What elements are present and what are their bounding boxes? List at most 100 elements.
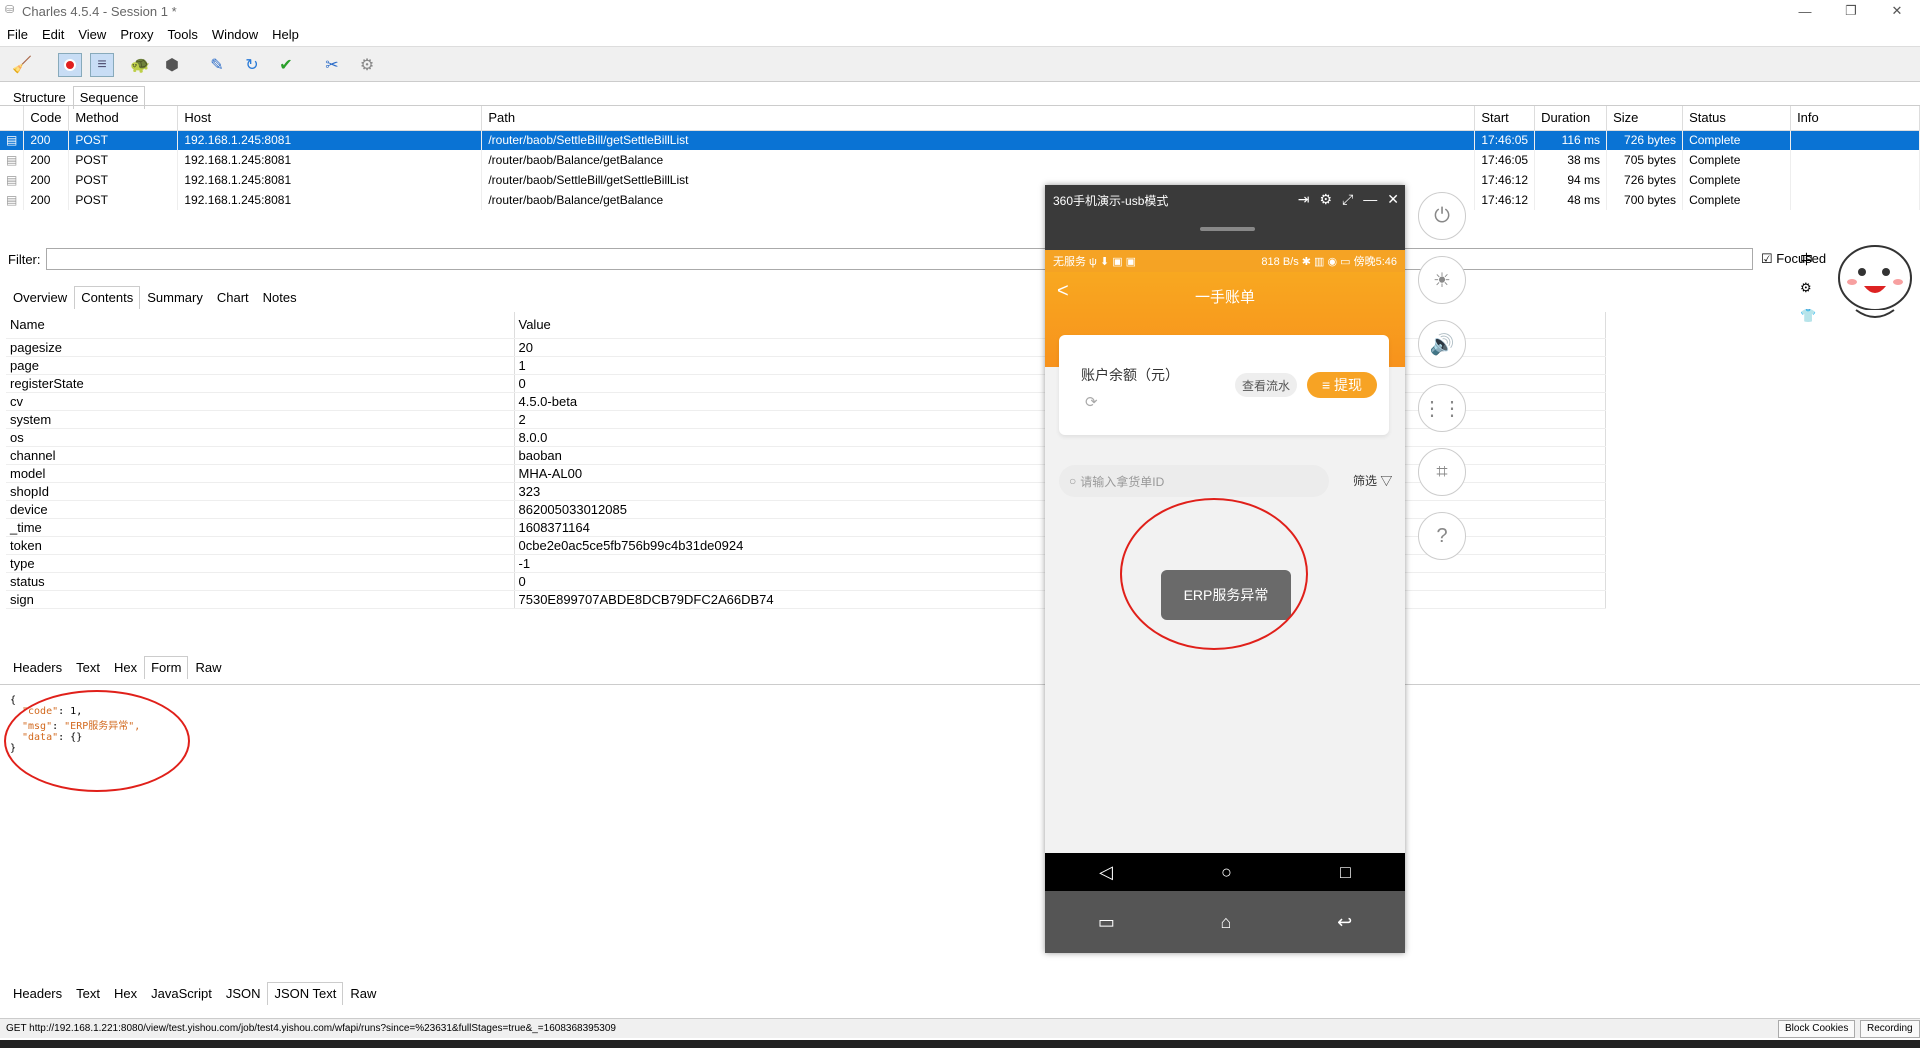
menu-view[interactable]: View (71, 27, 113, 42)
nav-home-icon[interactable]: ○ (1221, 862, 1232, 883)
form-cell-name: sign (6, 590, 515, 609)
settings-icon[interactable]: ⚙ (1320, 191, 1333, 208)
cell-status: Complete (1682, 170, 1792, 190)
minimize-icon[interactable]: — (1363, 191, 1377, 208)
restore-button[interactable]: ❐ (1828, 0, 1874, 22)
menu-file[interactable]: File (0, 27, 35, 42)
tab-javascript[interactable]: JavaScript (144, 982, 219, 1005)
home-icon[interactable]: ⌂ (1221, 912, 1232, 933)
drag-handle[interactable] (1200, 227, 1255, 231)
tab-text[interactable]: Text (69, 656, 107, 679)
power-icon[interactable]: ⏻ (1418, 192, 1466, 240)
fullscreen-icon[interactable]: ⤢ (1342, 191, 1353, 208)
tab-contents[interactable]: Contents (74, 286, 141, 309)
form-cell-name: model (6, 464, 515, 483)
throttle-icon[interactable]: ≡ (90, 53, 114, 77)
column-duration[interactable]: Duration (1534, 106, 1608, 131)
column-start[interactable]: Start (1474, 106, 1536, 131)
menu-window[interactable]: Window (205, 27, 265, 42)
balance-card: 账户余额（元） ⟳ 查看流水 ≡ 提现 (1059, 335, 1389, 435)
tab-headers[interactable]: Headers (6, 656, 69, 679)
column-name[interactable]: Name (6, 312, 515, 339)
menu-tools[interactable]: Tools (161, 27, 205, 42)
help-icon[interactable]: ? (1418, 512, 1466, 560)
view-flow-button[interactable]: 查看流水 (1235, 373, 1297, 397)
turtle-icon[interactable]: 🐢 (128, 53, 152, 77)
mascot-icon[interactable] (1834, 240, 1916, 324)
tab-chart[interactable]: Chart (210, 286, 256, 309)
shirt-icon[interactable]: 👕 (1800, 302, 1816, 330)
table-row[interactable]: ▤ 200 POST 192.168.1.245:8081 /router/ba… (0, 190, 1920, 210)
tools-icon[interactable]: ✂ (320, 53, 344, 77)
brightness-icon[interactable]: ☀ (1418, 256, 1466, 304)
column-code[interactable]: Code (23, 106, 70, 131)
tab-hex[interactable]: Hex (107, 982, 144, 1005)
tab-json[interactable]: JSON (219, 982, 268, 1005)
close-button[interactable]: ✕ (1874, 0, 1920, 22)
recording-button[interactable]: Recording (1860, 1020, 1920, 1038)
annotation-circle (4, 690, 190, 792)
table-row[interactable]: ▤ 200 POST 192.168.1.245:8081 /router/ba… (0, 170, 1920, 190)
pen-icon[interactable]: ✎ (205, 53, 229, 77)
withdraw-button[interactable]: ≡ 提现 (1307, 372, 1377, 398)
filter-dropdown[interactable]: 筛选 ▽ (1353, 472, 1392, 489)
response-tabs: Headers Text Hex JavaScript JSON JSON Te… (6, 982, 383, 1005)
gear-icon[interactable]: ⚙ (355, 53, 379, 77)
column-size[interactable]: Size (1606, 106, 1684, 131)
close-icon[interactable]: ✕ (1387, 191, 1399, 208)
column-host[interactable]: Host (177, 106, 483, 131)
tab-form[interactable]: Form (144, 656, 189, 679)
block-cookies-button[interactable]: Block Cookies (1778, 1020, 1856, 1038)
tab-hex[interactable]: Hex (107, 656, 144, 679)
tab-json-text[interactable]: JSON Text (267, 982, 344, 1005)
document-icon: ▤ (0, 170, 25, 190)
broom-icon[interactable]: 🧹 (10, 53, 34, 77)
tab-notes[interactable]: Notes (256, 286, 304, 309)
column-info[interactable]: Info (1790, 106, 1920, 131)
refresh-icon[interactable]: ↻ (240, 53, 264, 77)
check-icon[interactable]: ✔ (274, 53, 298, 77)
tab-summary[interactable]: Summary (140, 286, 210, 309)
gear-icon[interactable]: ⚙ (1800, 274, 1816, 302)
record-icon[interactable] (58, 53, 82, 77)
menu-proxy[interactable]: Proxy (113, 27, 160, 42)
annotation-circle (1120, 498, 1308, 650)
tab-raw[interactable]: Raw (188, 656, 228, 679)
json-text-area[interactable]: { "code": 1, "msg": "ERP服务异常", "data": {… (0, 684, 1920, 976)
minimize-button[interactable]: — (1782, 0, 1828, 22)
nav-back-icon[interactable]: ◁ (1099, 862, 1113, 883)
pin-icon[interactable]: ⇥ (1298, 191, 1310, 208)
tab-headers[interactable]: Headers (6, 982, 69, 1005)
ime-icon[interactable]: 中 (1800, 246, 1816, 274)
column-method[interactable]: Method (68, 106, 179, 131)
crop-icon[interactable]: ⌗ (1418, 448, 1466, 496)
table-row[interactable]: ▤ 200 POST 192.168.1.245:8081 /router/ba… (0, 130, 1920, 150)
table-row[interactable]: ▤ 200 POST 192.168.1.245:8081 /router/ba… (0, 150, 1920, 170)
phone-window-title-bar: 360手机演示-usb模式 ⇥ ⚙ ⤢ — ✕ (1045, 185, 1405, 215)
menu-edit[interactable]: Edit (35, 27, 71, 42)
keyboard-icon[interactable]: ⋮⋮ (1418, 384, 1466, 432)
toolbar: 🧹 ≡ 🐢 ⬢ ✎ ↻ ✔ ✂ ⚙ (0, 46, 1920, 82)
cell-info (1790, 130, 1920, 150)
mirror-controls: ▭ ⌂ ↩ (1045, 891, 1405, 953)
focused-checkbox[interactable]: ☑ Focused (1761, 251, 1826, 267)
cell-size: 726 bytes (1606, 130, 1684, 150)
stop-icon[interactable]: ⬢ (160, 53, 184, 77)
cell-host: 192.168.1.245:8081 (177, 150, 483, 170)
column-status[interactable]: Status (1682, 106, 1792, 131)
screen-switch-icon[interactable]: ▭ (1098, 912, 1115, 933)
return-icon[interactable]: ↩ (1337, 912, 1352, 933)
tab-text[interactable]: Text (69, 982, 107, 1005)
cell-start: 17:46:05 (1474, 150, 1536, 170)
search-input[interactable]: ○ 请输入拿货单ID (1059, 465, 1329, 497)
column-path[interactable]: Path (481, 106, 1476, 131)
volume-icon[interactable]: 🔊 (1418, 320, 1466, 368)
form-cell-name: shopId (6, 482, 515, 501)
refresh-icon[interactable]: ⟳ (1085, 393, 1098, 411)
menu-help[interactable]: Help (265, 27, 306, 42)
tab-raw[interactable]: Raw (343, 982, 383, 1005)
cell-duration: 38 ms (1534, 150, 1608, 170)
filter-input[interactable] (46, 248, 1753, 270)
nav-recents-icon[interactable]: □ (1340, 862, 1351, 883)
tab-overview[interactable]: Overview (6, 286, 74, 309)
